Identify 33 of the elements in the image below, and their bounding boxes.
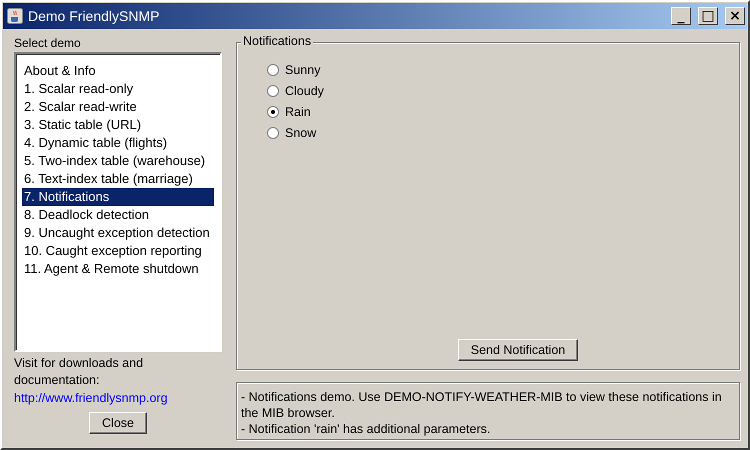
list-item[interactable]: 1. Scalar read-only <box>22 80 214 98</box>
radio-button[interactable] <box>267 85 279 97</box>
list-item[interactable]: About & Info <box>22 62 214 80</box>
list-label: Select demo <box>14 36 82 50</box>
radio-label: Snow <box>285 126 316 140</box>
close-button[interactable]: Close <box>89 412 147 434</box>
group-title: Notifications <box>241 34 314 48</box>
close-button[interactable]: × <box>725 7 745 25</box>
minimize-button[interactable]: _ <box>671 7 691 25</box>
list-item[interactable]: 10. Caught exception reporting <box>22 242 214 260</box>
radio-label: Rain <box>285 105 311 119</box>
list-item[interactable]: 6. Text-index table (marriage) <box>22 170 214 188</box>
coffee-cup-icon <box>7 8 23 24</box>
list-item[interactable]: 9. Uncaught exception detection <box>22 224 214 242</box>
radio-button[interactable] <box>267 106 279 118</box>
radio-button[interactable] <box>267 64 279 76</box>
description-text: - Notification 'rain' has additional parameters. <box>241 421 492 437</box>
maximize-button[interactable]: □ <box>698 7 718 25</box>
send-notification-button[interactable]: Send Notification <box>458 339 578 361</box>
list-item[interactable]: 8. Deadlock detection <box>22 206 214 224</box>
list-item[interactable]: 3. Static table (URL) <box>22 116 214 134</box>
radio-label: Cloudy <box>285 84 324 98</box>
radio-button[interactable] <box>267 127 279 139</box>
radio-label: Sunny <box>285 63 320 77</box>
list-item[interactable]: 7. Notifications <box>22 188 214 206</box>
website-link[interactable]: http://www.friendlysnmp.org <box>14 389 222 408</box>
window-title: Demo FriendlySNMP <box>28 8 160 24</box>
list-item[interactable]: 11. Agent & Remote shutdown <box>22 260 214 278</box>
visit-text: Visit for downloads and documentation: <box>14 355 144 389</box>
list-item[interactable]: 4. Dynamic table (flights) <box>22 134 214 152</box>
description-text: - Notifications demo. Use DEMO-NOTIFY-WEATHER-MIB to view these notifications in the MIB browser. <box>241 389 723 421</box>
list-item[interactable]: 5. Two-index table (warehouse) <box>22 152 214 170</box>
list-item[interactable]: 2. Scalar read-write <box>22 98 214 116</box>
